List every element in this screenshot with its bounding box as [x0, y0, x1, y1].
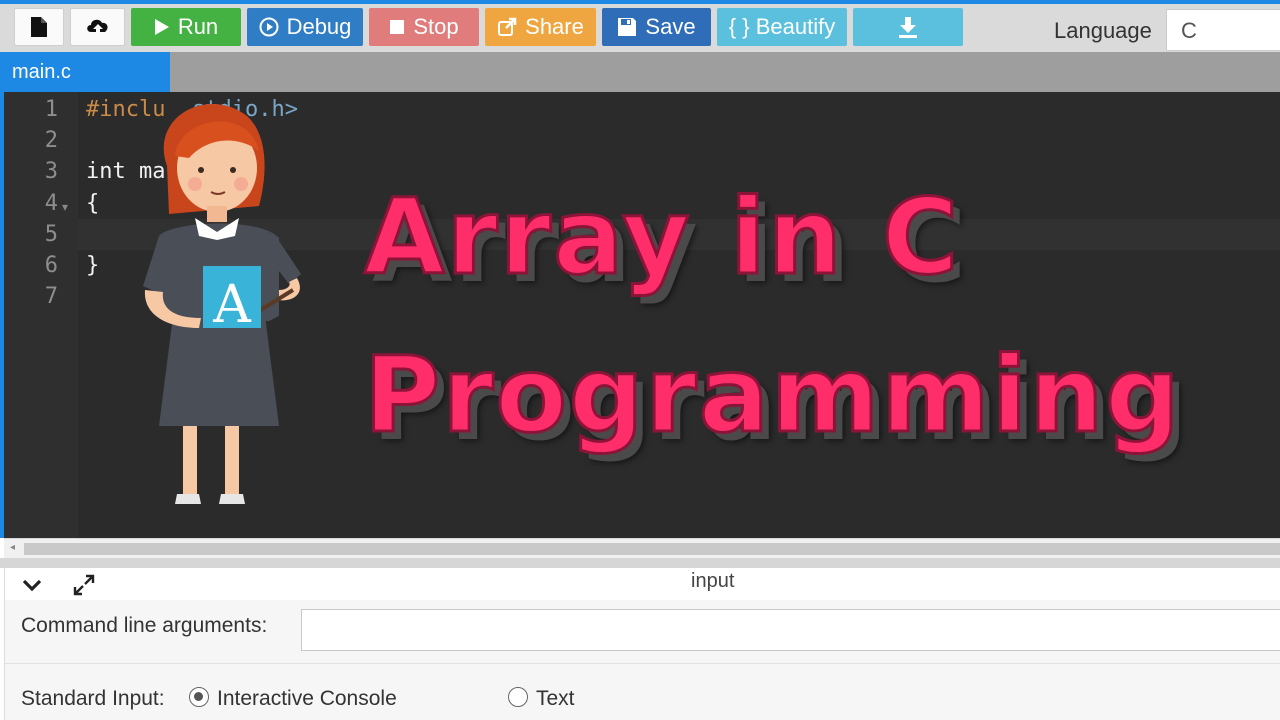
line-number: 7: [44, 284, 58, 309]
scrollbar-thumb[interactable]: [24, 543, 1280, 555]
line-gutter: 1 2 3 4 5 6 7 ▾: [4, 92, 78, 538]
share-label: Share: [525, 14, 584, 39]
language-label: Language: [1054, 18, 1152, 43]
line-number: 2: [44, 128, 58, 153]
editor-horizontal-scrollbar[interactable]: ◂: [4, 538, 1280, 558]
scroll-left-icon[interactable]: ◂: [10, 542, 15, 553]
tab-main-c[interactable]: main.c: [0, 52, 170, 92]
text-label[interactable]: Text: [536, 687, 575, 711]
chevron-down-icon[interactable]: [21, 574, 43, 596]
save-button[interactable]: Save: [602, 8, 711, 46]
panel-divider[interactable]: [0, 558, 1280, 568]
command-line-arguments-input[interactable]: [301, 609, 1280, 651]
debug-icon: [259, 17, 279, 37]
interactive-console-label[interactable]: Interactive Console: [217, 687, 397, 711]
fold-arrow-icon[interactable]: ▾: [62, 200, 68, 214]
command-line-arguments-label: Command line arguments:: [21, 614, 268, 637]
overlay-title-line-1: Array in C: [362, 175, 961, 300]
divider: [5, 663, 1280, 664]
stop-label: Stop: [413, 14, 459, 39]
play-icon: [154, 19, 169, 35]
download-button[interactable]: [853, 8, 963, 46]
teacher-illustration: A: [143, 104, 301, 504]
interactive-console-radio[interactable]: [189, 687, 209, 707]
save-icon: [618, 18, 637, 36]
standard-input-label: Standard Input:: [21, 687, 165, 710]
run-label: Run: [177, 14, 219, 39]
upload-cloud-icon: [86, 19, 108, 36]
line-number: 3: [44, 159, 58, 184]
beautify-label: { } Beautify: [728, 14, 836, 39]
panel-header: input: [5, 568, 1280, 600]
stop-button[interactable]: Stop: [369, 8, 479, 46]
file-tab-bar: main.c: [0, 52, 1280, 92]
download-icon: [899, 17, 917, 38]
card-letter: A: [212, 275, 252, 335]
share-icon: [498, 17, 517, 36]
expand-icon[interactable]: [71, 572, 97, 598]
line-number: 5: [44, 222, 58, 247]
upload-button[interactable]: [70, 8, 125, 46]
file-icon: [31, 17, 47, 37]
debug-button[interactable]: Debug: [247, 8, 363, 46]
input-panel: input Command line arguments: Standard I…: [4, 568, 1280, 720]
code-line-6: }: [86, 253, 100, 278]
line-number: 6: [44, 253, 58, 278]
panel-title: input: [691, 570, 735, 592]
toolbar: Run Debug Stop Share Save { } Beautify L…: [0, 0, 1280, 52]
code-editor[interactable]: 1 2 3 4 5 6 7 ▾ #inclu stdio.h> int ma {…: [0, 92, 1280, 538]
text-radio[interactable]: [508, 687, 528, 707]
code-line-4: {: [86, 191, 100, 216]
new-file-button[interactable]: [14, 8, 64, 46]
share-button[interactable]: Share: [485, 8, 596, 46]
run-button[interactable]: Run: [131, 8, 241, 46]
beautify-button[interactable]: { } Beautify: [717, 8, 847, 46]
save-label: Save: [645, 14, 696, 39]
language-select[interactable]: C: [1166, 9, 1280, 51]
overlay-title-line-2: Programming: [363, 333, 1182, 458]
line-number: 1: [44, 97, 58, 122]
stop-icon: [390, 20, 405, 34]
debug-label: Debug: [286, 14, 352, 39]
line-number: 4: [44, 191, 58, 216]
